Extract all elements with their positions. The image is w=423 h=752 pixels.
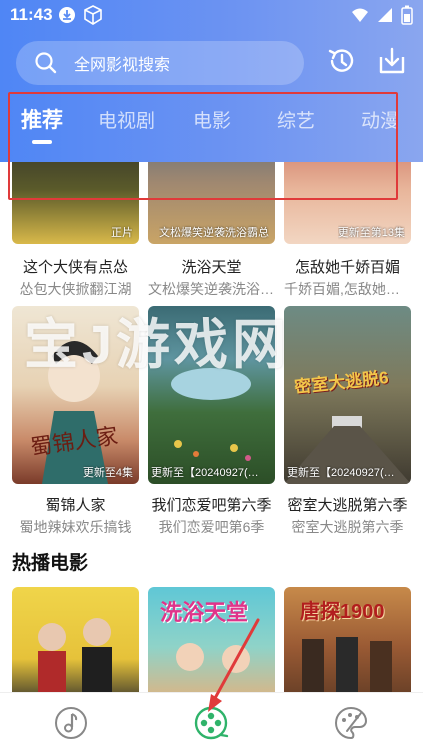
tab-movies[interactable]: 电影 [193, 106, 231, 133]
video-subtitle: 蜀地辣妹欢乐搞钱 [19, 519, 132, 535]
cube-icon [84, 5, 102, 30]
download-button[interactable] [375, 44, 409, 78]
video-poster[interactable]: 更新至【20240927(即刻】 [148, 306, 275, 484]
tab-variety[interactable]: 综艺 [277, 106, 315, 133]
tab-tv-series[interactable]: 电视剧 [98, 106, 155, 133]
film-reel-icon [194, 706, 229, 740]
video-title[interactable]: 蜀锦人家 [12, 494, 139, 515]
video-poster[interactable]: 文松爆笑逆袭洗浴霸总 [148, 162, 275, 244]
episode-badge: 文松爆笑逆袭洗浴霸总 [159, 227, 269, 239]
video-title[interactable]: 我们恋爱吧第六季 [148, 494, 275, 515]
search-bar[interactable]: 全网影视搜索 [16, 41, 304, 85]
episode-badge: 正片 [111, 227, 133, 239]
top-header: 11:43 全网影视搜索 推荐 电视剧 电影 综艺 动漫 [0, 0, 423, 162]
video-poster[interactable]: 正片 [12, 162, 139, 244]
recommend-feed[interactable]: 正片 这个大侠有点怂 怂包大侠掀翻江湖 文松爆笑逆袭洗浴霸总 洗浴天堂 文松爆笑… [0, 162, 423, 692]
video-poster[interactable]: 更新至第13集 [284, 162, 411, 244]
poster-art [171, 368, 251, 461]
history-button[interactable] [325, 44, 359, 78]
movie-poster[interactable]: 唐探1900 [284, 587, 411, 692]
download-notification-icon [58, 6, 76, 29]
tab-recommend[interactable]: 推荐 [21, 104, 63, 134]
history-icon [328, 49, 354, 72]
nav-music[interactable] [51, 703, 91, 743]
movie-poster[interactable] [12, 587, 139, 692]
video-title[interactable]: 密室大逃脱第六季 [284, 494, 411, 515]
status-indicators [351, 5, 413, 25]
status-bar: 11:43 [0, 0, 423, 30]
tab-anime[interactable]: 动漫 [361, 106, 399, 133]
status-time: 11:43 [10, 5, 53, 24]
bottom-navigation [0, 692, 423, 752]
active-tab-indicator [32, 140, 52, 144]
palette-icon [335, 706, 368, 740]
download-icon [379, 47, 405, 74]
section-title: 热播电影 [12, 553, 89, 574]
video-title[interactable]: 怎敌她千娇百媚 [284, 256, 411, 277]
video-subtitle: 我们恋爱吧第6季 [158, 519, 265, 535]
music-note-icon [55, 707, 87, 739]
episode-badge: 更新至【20240927(即刻】 [151, 467, 269, 479]
search-icon [32, 49, 60, 77]
movie-poster[interactable]: 洗浴天堂 [148, 587, 275, 692]
video-subtitle: 文松爆笑逆袭洗浴霸总 [148, 281, 275, 297]
poster-art [176, 643, 250, 673]
nav-theme[interactable] [331, 703, 371, 743]
video-title[interactable]: 洗浴天堂 [148, 256, 275, 277]
search-placeholder[interactable]: 全网影视搜索 [74, 51, 170, 75]
episode-badge: 更新至【20240927(会员)】 [287, 467, 405, 479]
battery-icon [401, 5, 413, 25]
poster-art [302, 637, 392, 692]
video-title[interactable]: 这个大侠有点怂 [12, 256, 139, 277]
episode-badge: 更新至4集 [82, 467, 133, 479]
app-screen: 正片 这个大侠有点怂 怂包大侠掀翻江湖 文松爆笑逆袭洗浴霸总 洗浴天堂 文松爆笑… [0, 0, 423, 752]
category-tabs: 推荐 电视剧 电影 综艺 动漫 [0, 104, 423, 144]
video-poster[interactable]: 密室大逃脱6 更新至【20240927(会员)】 [284, 306, 411, 484]
nav-video[interactable] [191, 703, 231, 743]
wifi-icon [352, 8, 368, 22]
signal-icon [378, 8, 392, 22]
video-subtitle: 怂包大侠掀翻江湖 [19, 281, 132, 297]
video-poster[interactable]: 蜀锦人家 更新至4集 [12, 306, 139, 484]
video-subtitle: 千娇百媚,怎敌她心机 [284, 281, 411, 297]
poster-art [38, 618, 112, 692]
video-subtitle: 密室大逃脱第六季 [291, 519, 404, 535]
episode-badge: 更新至第13集 [337, 227, 405, 239]
